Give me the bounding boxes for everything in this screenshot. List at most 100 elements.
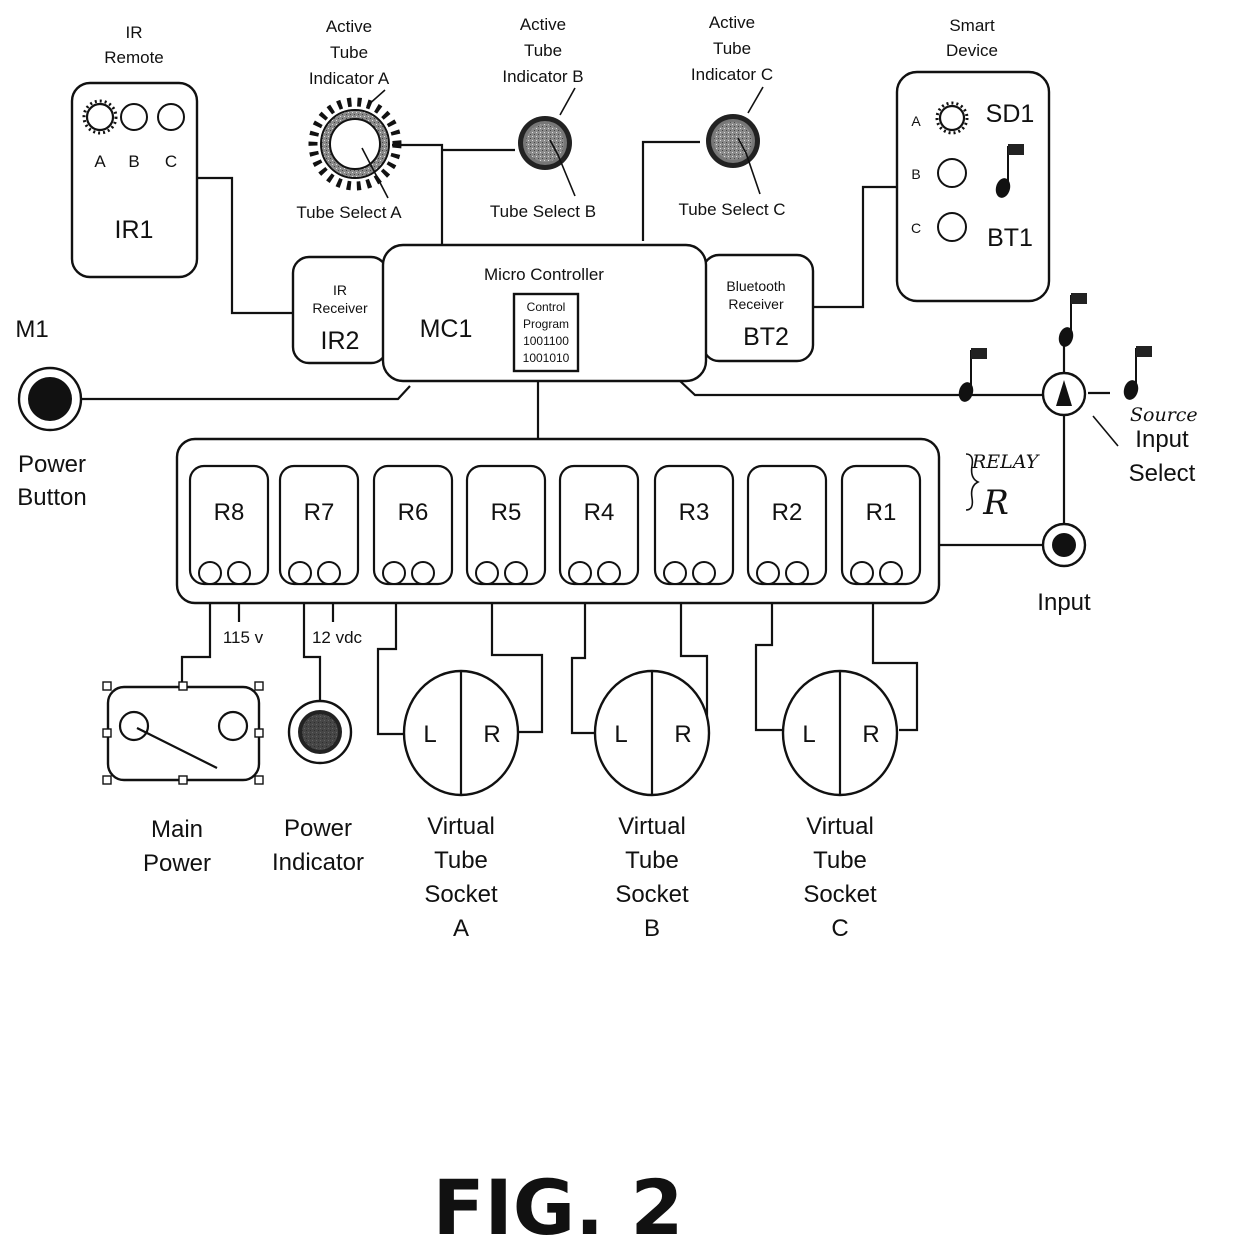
tube-indicator-c[interactable]: Active Tube Indicator C Tube Select C bbox=[678, 13, 785, 219]
relay-r8: R8 bbox=[188, 464, 270, 586]
bt-receiver-id: BT2 bbox=[743, 323, 789, 351]
relay-terminal bbox=[227, 561, 251, 585]
indicator-c-title-1: Active bbox=[709, 13, 755, 32]
control-program-line-2: Program bbox=[523, 317, 569, 331]
sun-burst-icon bbox=[85, 102, 115, 132]
relay-terminal bbox=[879, 561, 903, 585]
source-input-select[interactable] bbox=[1041, 371, 1087, 417]
tube-select-c-label: Tube Select C bbox=[678, 200, 785, 219]
ir-receiver-id: IR2 bbox=[321, 327, 360, 355]
relay-terminal bbox=[692, 561, 716, 585]
micro-controller-id: MC1 bbox=[420, 315, 473, 343]
control-program-line-1: Control bbox=[527, 300, 566, 314]
relay-r6: R6 bbox=[372, 464, 454, 586]
ir-receiver-title-2: Receiver bbox=[312, 300, 368, 316]
ir-remote-id: IR1 bbox=[115, 216, 154, 244]
relay-label: R6 bbox=[398, 499, 429, 526]
knob-icon bbox=[706, 114, 760, 168]
sun-burst-icon bbox=[308, 97, 402, 191]
bluetooth-receiver: Bluetooth Receiver BT2 bbox=[701, 253, 815, 363]
power-indicator-label-1: Power bbox=[284, 815, 352, 842]
virtual-tube-socket-b[interactable]: LR bbox=[593, 669, 711, 797]
ir-remote: IR Remote A B C IR1 bbox=[70, 23, 199, 279]
ir-button-b-label: B bbox=[128, 152, 139, 171]
relay-terminal bbox=[785, 561, 809, 585]
socket-label-line: Virtual bbox=[427, 813, 495, 840]
socket-label-line: B bbox=[644, 915, 660, 942]
smart-device: Smart Device A SD1 B C BT1 bbox=[895, 16, 1051, 303]
relay-r1: R1 bbox=[840, 464, 922, 586]
figure-label: FIG. 2 bbox=[433, 1163, 684, 1250]
ir-receiver: IR Receiver IR2 bbox=[291, 255, 389, 365]
relay-terminal bbox=[382, 561, 406, 585]
micro-controller: Micro Controller MC1 Control Program 100… bbox=[381, 243, 708, 383]
smart-device-id: SD1 bbox=[986, 100, 1035, 128]
voltage-115-label: 115 v bbox=[223, 628, 264, 647]
indicator-a-title-2: Tube bbox=[330, 43, 368, 62]
relay-label: R3 bbox=[679, 499, 710, 526]
socket-label-line: C bbox=[831, 915, 848, 942]
relay-terminal bbox=[568, 561, 592, 585]
socket-label-line: Socket bbox=[803, 881, 877, 908]
indicator-b-title-1: Active bbox=[520, 15, 566, 34]
indicator-b-title-2: Tube bbox=[524, 41, 562, 60]
source-input-select-label-2: Input bbox=[1135, 426, 1189, 453]
smart-device-title-2: Device bbox=[946, 41, 998, 60]
relay-r4: R4 bbox=[558, 464, 640, 586]
main-power-switch[interactable] bbox=[102, 681, 264, 785]
indicator-a-title-3: Indicator A bbox=[309, 69, 390, 88]
ir-remote-title-1: IR bbox=[126, 23, 143, 42]
relay-label: R8 bbox=[214, 499, 245, 526]
indicator-c-title-2: Tube bbox=[713, 39, 751, 58]
relay-label: R2 bbox=[772, 499, 803, 526]
socket-label-line: Virtual bbox=[806, 813, 874, 840]
tube-indicator-a[interactable]: Active Tube Indicator A Tube Select A bbox=[296, 17, 402, 222]
sun-burst-icon bbox=[938, 104, 966, 132]
ir-button-a-label: A bbox=[94, 152, 106, 171]
relay-annotation-id: R bbox=[982, 483, 1009, 523]
bt-receiver-title-1: Bluetooth bbox=[726, 278, 785, 294]
relay-r2: R2 bbox=[746, 464, 828, 586]
socket-label-line: Tube bbox=[625, 847, 679, 874]
relay-label: R4 bbox=[584, 499, 615, 526]
control-program-line-3: 1001100 bbox=[523, 334, 569, 348]
knob-icon bbox=[518, 116, 572, 170]
sd-button-a-label: A bbox=[911, 113, 921, 129]
socket-left-channel: L bbox=[614, 721, 627, 748]
socket-label-line: Socket bbox=[424, 881, 498, 908]
socket-right-channel: R bbox=[862, 721, 879, 748]
indicator-b-title-3: Indicator B bbox=[502, 67, 583, 86]
socket-label-line: Virtual bbox=[618, 813, 686, 840]
source-input-select-label-3: Select bbox=[1129, 460, 1196, 487]
relay-bank: R8 R7 R6 R5 R4 R3 R2 R1 RELAY R bbox=[175, 437, 1041, 605]
tube-indicator-b[interactable]: Active Tube Indicator B Tube Select B bbox=[490, 15, 596, 221]
tube-select-a-label: Tube Select A bbox=[296, 203, 402, 222]
relay-r7: R7 bbox=[278, 464, 360, 586]
relay-label: R5 bbox=[491, 499, 522, 526]
tube-select-b-label: Tube Select B bbox=[490, 202, 596, 221]
voltage-12vdc-label: 12 vdc bbox=[312, 628, 363, 647]
relay-label: R1 bbox=[866, 499, 897, 526]
indicator-a-title-1: Active bbox=[326, 17, 372, 36]
socket-right-channel: R bbox=[674, 721, 691, 748]
power-indicator-label-2: Indicator bbox=[272, 849, 364, 876]
relay-terminal bbox=[597, 561, 621, 585]
power-button[interactable]: M1 Power Button bbox=[15, 316, 86, 511]
relay-terminal bbox=[504, 561, 528, 585]
relay-terminal bbox=[756, 561, 780, 585]
virtual-tube-socket-c[interactable]: LR bbox=[781, 669, 899, 797]
socket-label-line: A bbox=[453, 915, 469, 942]
power-button-label-1: Power bbox=[18, 451, 86, 478]
sd-button-b-label: B bbox=[911, 166, 920, 182]
relay-terminal bbox=[663, 561, 687, 585]
virtual-tube-socket-a[interactable]: LR bbox=[402, 669, 520, 797]
bt-receiver-title-2: Receiver bbox=[728, 296, 784, 312]
power-button-id: M1 bbox=[15, 316, 48, 343]
socket-label-line: Socket bbox=[615, 881, 689, 908]
music-note-icon bbox=[1055, 292, 1088, 350]
input-jack[interactable] bbox=[1041, 522, 1087, 568]
relay-terminal bbox=[198, 561, 222, 585]
main-power-label-1: Main bbox=[151, 816, 203, 843]
sd-button-c-label: C bbox=[911, 220, 921, 236]
relay-annotation: RELAY bbox=[971, 451, 1041, 473]
